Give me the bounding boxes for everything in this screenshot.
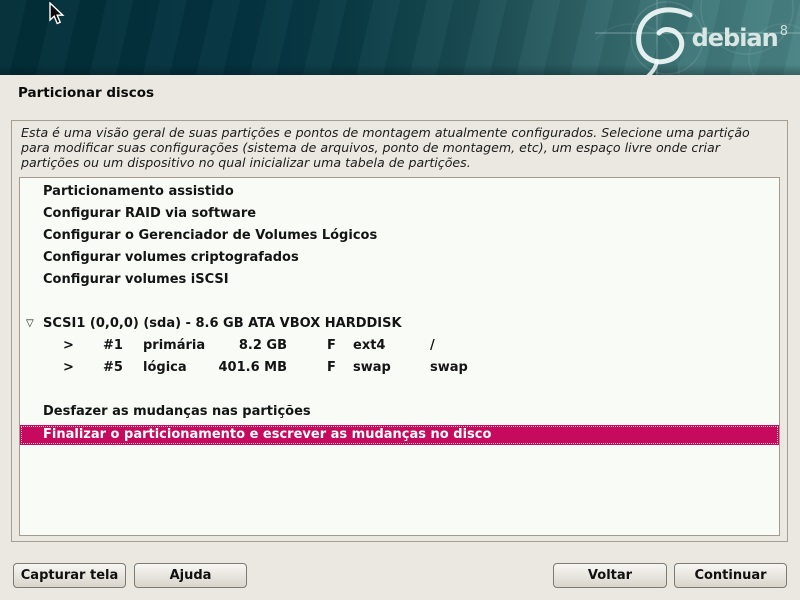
continue-button[interactable]: Continuar: [674, 563, 787, 588]
partition-size: 401.6 MB: [195, 357, 287, 379]
list-item-label: Configurar o Gerenciador de Volumes Lógi…: [43, 225, 377, 247]
disk-label: SCSI1 (0,0,0) (sda) - 8.6 GB ATA VBOX HA…: [43, 313, 402, 335]
partition-mount-point: /: [430, 335, 435, 357]
list-item-label: Configurar RAID via software: [43, 203, 256, 225]
partition-number: #1: [103, 335, 123, 357]
back-button[interactable]: Voltar: [553, 563, 667, 588]
list-item-desfazer-mudancas[interactable]: Desfazer as mudanças nas partições: [20, 401, 779, 423]
list-item-configurar-raid[interactable]: Configurar RAID via software: [20, 203, 779, 225]
list-item-label: Particionamento assistido: [43, 181, 234, 203]
partition-filesystem: ext4: [353, 335, 385, 357]
partition-filesystem: swap: [353, 357, 391, 379]
partition-type: lógica: [143, 357, 187, 379]
partition-marker-icon: >: [63, 335, 74, 357]
debian-version: 8: [780, 25, 788, 38]
list-item-configurar-lvm[interactable]: Configurar o Gerenciador de Volumes Lógi…: [20, 225, 779, 247]
debian-wordmark: debian 8: [692, 26, 788, 50]
partition-row-5[interactable]: > #5 lógica 401.6 MB F swap swap: [20, 357, 779, 379]
list-item-label: Configurar volumes iSCSI: [43, 269, 229, 291]
list-item-label: Finalizar o particionamento e escrever a…: [43, 425, 491, 445]
disk-row-sda[interactable]: ▽ SCSI1 (0,0,0) (sda) - 8.6 GB ATA VBOX …: [20, 313, 779, 335]
list-item-configurar-iscsi[interactable]: Configurar volumes iSCSI: [20, 269, 779, 291]
partition-row-1[interactable]: > #1 primária 8.2 GB F ext4 /: [20, 335, 779, 357]
list-item-label: Configurar volumes criptografados: [43, 247, 299, 269]
list-item-label: Desfazer as mudanças nas partições: [43, 401, 311, 423]
step-description: Esta é uma visão geral de suas partições…: [21, 125, 773, 170]
partition-list: Particionamento assistido Configurar RAI…: [19, 177, 780, 536]
page-title: Particionar discos: [18, 85, 154, 101]
partition-marker-icon: >: [63, 357, 74, 379]
partition-list-rows: Particionamento assistido Configurar RAI…: [20, 181, 779, 445]
screenshot-button[interactable]: Capturar tela: [13, 563, 126, 588]
partition-format-flag: F: [327, 357, 336, 379]
partition-mount-point: swap: [430, 357, 468, 379]
partition-overview-frame: Esta é uma visão geral de suas partições…: [11, 120, 788, 542]
list-item-configurar-criptografados[interactable]: Configurar volumes criptografados: [20, 247, 779, 269]
spacer-row: [20, 379, 779, 401]
list-item-finalizar-particionamento[interactable]: Finalizar o particionamento e escrever a…: [20, 425, 779, 445]
installer-banner: debian 8: [0, 0, 800, 75]
debian-product-name: debian: [692, 26, 778, 50]
spacer-row: [20, 291, 779, 313]
partition-format-flag: F: [327, 335, 336, 357]
help-button[interactable]: Ajuda: [134, 563, 247, 588]
list-item-particionamento-assistido[interactable]: Particionamento assistido: [20, 181, 779, 203]
expander-triangle-icon[interactable]: ▽: [26, 313, 34, 335]
partition-size: 8.2 GB: [195, 335, 287, 357]
mouse-cursor-icon: [48, 2, 66, 26]
partition-number: #5: [103, 357, 123, 379]
